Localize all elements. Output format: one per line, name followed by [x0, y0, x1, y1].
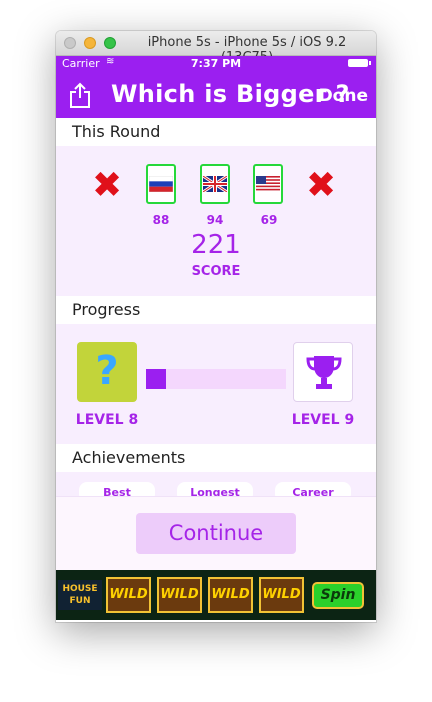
- usa-flag-icon: [256, 176, 280, 192]
- window-titlebar: iPhone 5s - iPhone 5s / iOS 9.2 (13C75): [56, 31, 376, 65]
- ad-reel: WILD: [259, 577, 304, 613]
- battery-icon: [348, 59, 371, 67]
- wrong-x-icon: ✖: [92, 165, 123, 206]
- simulator-window: iPhone 5s - iPhone 5s / iOS 9.2 (13C75) …: [56, 31, 376, 622]
- ad-reel: WILD: [106, 577, 151, 613]
- level-progress-fill: [146, 369, 166, 389]
- ad-banner[interactable]: HOUSE FUN WILD WILD WILD WILD Spin: [56, 570, 376, 620]
- flag-usa-value: 69: [260, 213, 278, 227]
- achievement-longest[interactable]: Longest: [177, 482, 253, 496]
- achievement-best[interactable]: Best: [79, 482, 155, 496]
- achievements-panel: Best Longest Career: [56, 472, 376, 496]
- uk-flag-icon: [203, 176, 227, 192]
- navigation-bar: Which is Bigger ? Done: [56, 70, 376, 118]
- page-title: Which is Bigger ?: [111, 80, 350, 108]
- score-value: 221: [191, 230, 241, 260]
- share-icon[interactable]: [68, 82, 92, 108]
- flag-russia-value: 88: [152, 213, 170, 227]
- close-window-button[interactable]: [64, 37, 76, 49]
- maximize-window-button[interactable]: [104, 37, 116, 49]
- status-bar: Carrier ≋ 7:37 PM: [56, 56, 376, 70]
- flag-uk: [200, 164, 230, 204]
- score-label: SCORE: [191, 264, 241, 279]
- progress-header: Progress: [56, 296, 376, 324]
- ad-logo: HOUSE FUN: [58, 580, 102, 610]
- flag-usa: [253, 164, 283, 204]
- device-screen: Carrier ≋ 7:37 PM Which is Bigger ? Done…: [56, 56, 376, 622]
- level-progress-bar: [146, 369, 286, 389]
- current-level-badge: ?: [77, 342, 137, 402]
- trophy-icon: [306, 356, 342, 389]
- flag-uk-value: 94: [206, 213, 224, 227]
- status-time: 7:37 PM: [190, 57, 242, 70]
- done-button[interactable]: Done: [319, 86, 368, 106]
- ad-reel: WILD: [157, 577, 202, 613]
- achievements-header: Achievements: [56, 444, 376, 472]
- next-level-badge: [293, 342, 353, 402]
- achievement-career[interactable]: Career: [275, 482, 351, 496]
- current-level-label: LEVEL 8: [75, 412, 139, 428]
- ad-spin-button[interactable]: Spin: [312, 582, 364, 609]
- this-round-header: This Round: [56, 118, 376, 146]
- ad-reel: WILD: [208, 577, 253, 613]
- continue-button[interactable]: Continue: [136, 513, 296, 554]
- minimize-window-button[interactable]: [84, 37, 96, 49]
- flag-russia: [146, 164, 176, 204]
- russia-flag-icon: [149, 176, 173, 192]
- question-mark-icon: ?: [95, 348, 119, 394]
- next-level-label: LEVEL 9: [291, 412, 355, 428]
- this-round-panel: ✖ 88 94 69 ✖ 221 SCORE: [56, 146, 376, 296]
- progress-panel: ? LEVEL 8 LEVEL 9: [56, 324, 376, 444]
- continue-area: Continue: [56, 496, 376, 570]
- wrong-x-icon: ✖: [306, 165, 337, 206]
